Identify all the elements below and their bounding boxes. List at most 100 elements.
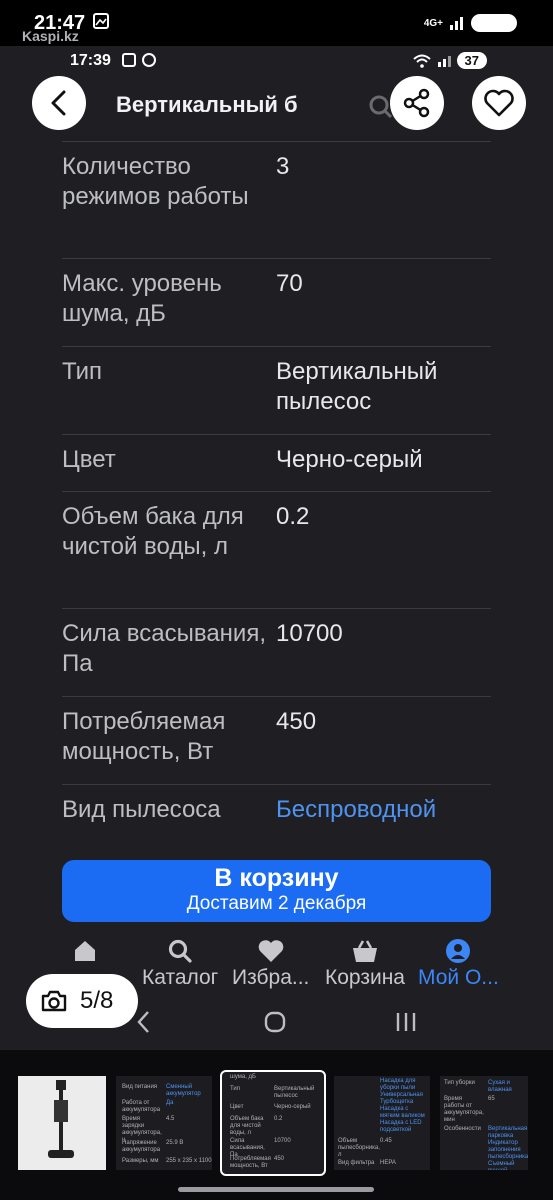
spec-row: Макс. уровень шума, дБ 70 [62,258,491,346]
thumb-text: Вид фильтра [338,1160,375,1166]
outer-notification-icons [92,12,110,35]
outer-status-right: 4G+ [424,14,517,32]
thumb-text: 65 [488,1096,495,1102]
inner-signal-icon [437,55,451,67]
share-icon [403,88,430,118]
thumb-text: HEPA [380,1160,396,1166]
share-button[interactable] [390,76,444,130]
wifi-icon [412,54,431,68]
user-icon [446,939,471,963]
thumb-text: Напряжение аккумулятора [122,1140,161,1153]
network-label: 4G+ [423,17,443,29]
thumb-text: Вид питания [122,1084,158,1090]
favorite-button[interactable] [472,76,526,130]
search-icon [169,939,192,963]
basket-icon [353,940,377,962]
thumb-text: 0.45 [380,1138,392,1144]
thumb-text: 25.9 В [166,1140,184,1146]
spec-label: Сила всасывания, Па [62,620,266,677]
nav-catalog[interactable]: Каталог [142,936,218,990]
spec-row: Тип Вертикальный пылесос [62,346,491,434]
spec-row: Количество режимов работы 3 [62,141,491,258]
nav-label: Каталог [142,966,219,989]
spec-label: Объем бака для чистой воды, л [62,503,244,560]
spec-value: Вертикальный пылесос [276,358,438,415]
spec-value: 0.2 [276,503,310,530]
watermark: Kaspi.kz [22,28,79,44]
nav-label: Мой О... [418,966,499,989]
gallery-counter-text: 5/8 [80,987,114,1014]
system-home-icon[interactable] [263,1010,287,1041]
home-icon [75,941,95,961]
heart-outline-icon [484,89,514,117]
thumb-text: Особенности [444,1126,481,1132]
thumb-text: Вертикальный пылесос [274,1086,315,1099]
thumb-text: Цвет [230,1104,244,1110]
spec-value-link[interactable]: Беспроводной [276,785,491,864]
spec-label: Тип [62,358,103,385]
back-button[interactable] [32,76,86,130]
thumbnail-1[interactable] [18,1076,106,1170]
inner-battery: 37 [456,52,487,69]
specs-table: Количество режимов работы 3 Макс. уровен… [62,141,491,864]
nav-label: Избра... [232,966,310,989]
battery-icon [471,14,517,32]
system-back-icon[interactable] [136,1010,152,1041]
gesture-home-bar[interactable] [178,1187,374,1192]
thumb-text: Размеры, мм [122,1158,159,1164]
thumb-text: 450 [274,1156,285,1162]
vacuum-photo [18,1076,106,1170]
heart-icon [258,940,283,962]
thumbnail-5[interactable]: Тип уборки Сухая и влажная Время работы … [440,1076,528,1170]
thumb-text: 10700 [274,1138,291,1144]
inner-notification-icons [121,52,157,71]
thumbnail-strip: Вид питания Сменный аккумулятор Работа о… [0,1050,553,1200]
spec-label: Количество режимов работы [62,153,249,210]
thumb-text: Сухая и влажная [488,1080,512,1093]
thumb-text: 4.5 [166,1116,175,1122]
spec-value: 10700 [276,620,343,647]
spec-row: Сила всасывания, Па 10700 [62,608,491,696]
thumbnail-4[interactable]: Насадка для уборки пыли Универсальная Ту… [334,1076,430,1170]
outer-status-bar: 21:47 Kaspi.kz 4G+ [0,0,553,46]
spec-row: Потребляемая мощность, Вт 450 [62,696,491,784]
thumb-text: Время работы от аккумулятора, мин [444,1096,484,1123]
spec-label: Цвет [62,446,116,473]
nav-profile[interactable]: Мой О... [418,936,499,990]
nav-favorites[interactable]: Избра... [232,936,309,990]
thumb-text: шума, дБ [230,1074,256,1080]
camera-icon [41,990,67,1012]
nav-cart[interactable]: Корзина [325,936,405,990]
spec-row: Объем бака для чистой воды, л 0.2 [62,491,491,608]
thumb-text: Черно-серый [274,1104,311,1110]
thumb-text: Да [166,1100,174,1106]
thumb-text: Потребляемая мощность, Вт [230,1156,271,1169]
delivery-date-label: Доставим 2 декабря [186,893,367,914]
system-recents-icon[interactable] [394,1010,418,1041]
spec-value: 3 [276,153,290,180]
thumbnail-2[interactable]: Вид питания Сменный аккумулятор Работа о… [116,1076,212,1170]
thumb-text: 0.2 [274,1116,283,1122]
signal-icon [450,17,463,30]
thumb-text: Сменный аккумулятор [166,1084,201,1097]
spec-value: Черно-серый [276,446,423,473]
inner-status-right: 37 [412,52,487,69]
nav-label: Корзина [325,966,405,989]
thumb-text: Работа от аккумулятора [122,1100,161,1113]
thumb-text: Насадка для уборки пыли Универсальная Ту… [380,1078,425,1133]
thumb-text: Объем бака для чистой воды, л [230,1116,264,1136]
whatsapp-icon [141,53,156,67]
spec-value: 70 [276,270,303,297]
gallery-counter: 5/8 [26,974,138,1028]
nav-home[interactable] [72,936,98,966]
thumb-text: Тип [230,1086,241,1092]
spec-value: 450 [276,708,317,735]
image-icon [93,13,109,29]
scan-icon [122,53,136,67]
spec-label: Потребляемая мощность, Вт [62,708,226,765]
thumbnail-3-selected[interactable]: шума, дБ Тип Вертикальный пылесос Цвет Ч… [220,1070,326,1176]
thumb-text: Объем пылесборника, л [338,1138,380,1158]
add-to-cart-button[interactable]: В корзину Доставим 2 декабря [62,860,491,922]
spec-row: Цвет Черно-серый [62,434,491,491]
inner-clock: 17:39 [70,52,111,69]
